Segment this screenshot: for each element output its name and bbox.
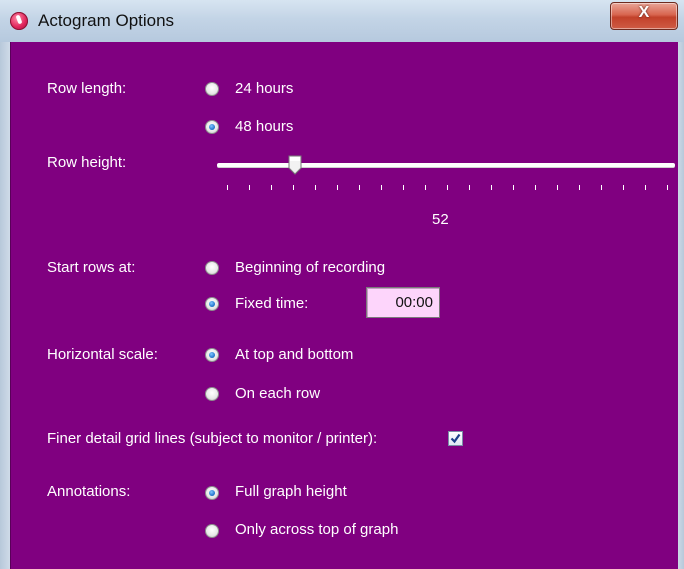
slider-tick: [535, 185, 536, 190]
start-rows-fixed-label[interactable]: Fixed time:: [235, 295, 308, 312]
horizontal-scale-top-bottom-radio[interactable]: [205, 348, 219, 362]
fixed-time-value: 00:00: [395, 294, 433, 311]
start-rows-beginning-label[interactable]: Beginning of recording: [235, 259, 385, 276]
close-icon: X: [638, 4, 650, 21]
horizontal-scale-each-row-label[interactable]: On each row: [235, 385, 320, 402]
annotations-top-only-radio[interactable]: [205, 524, 219, 538]
slider-tick: [403, 185, 404, 190]
start-rows-beginning-radio[interactable]: [205, 261, 219, 275]
row-height-label: Row height:: [47, 154, 127, 171]
finer-grid-checkbox[interactable]: [448, 431, 463, 446]
slider-tick: [667, 185, 668, 190]
slider-tick: [557, 185, 558, 190]
slider-tick: [227, 185, 228, 190]
start-rows-label: Start rows at:: [47, 259, 136, 276]
slider-tick: [315, 185, 316, 190]
slider-tick: [601, 185, 602, 190]
actogram-options-window: Actogram Options X Row length: 24 hours …: [0, 0, 684, 569]
app-icon: [10, 12, 28, 30]
row-length-label: Row length:: [47, 80, 127, 97]
row-length-24h-radio[interactable]: [205, 82, 219, 96]
slider-tick: [513, 185, 514, 190]
window-frame-right: [677, 42, 684, 569]
finer-grid-label: Finer detail grid lines (subject to moni…: [47, 430, 378, 447]
slider-tick: [447, 185, 448, 190]
slider-tick: [469, 185, 470, 190]
title-bar[interactable]: Actogram Options X: [0, 0, 684, 43]
slider-tick: [645, 185, 646, 190]
horizontal-scale-each-row-radio[interactable]: [205, 387, 219, 401]
slider-tick: [381, 185, 382, 190]
slider-tick: [425, 185, 426, 190]
checkmark-icon: [450, 433, 461, 444]
slider-tick: [293, 185, 294, 190]
horizontal-scale-top-bottom-label[interactable]: At top and bottom: [235, 346, 353, 363]
fixed-time-input[interactable]: 00:00: [366, 287, 440, 318]
window-frame-left: [0, 42, 10, 569]
slider-tick: [623, 185, 624, 190]
annotations-top-only-label[interactable]: Only across top of graph: [235, 521, 398, 538]
slider-tick: [579, 185, 580, 190]
annotations-full-height-label[interactable]: Full graph height: [235, 483, 347, 500]
row-length-48h-label[interactable]: 48 hours: [235, 118, 293, 135]
window-title: Actogram Options: [38, 11, 175, 30]
slider-tick: [491, 185, 492, 190]
row-height-slider-track[interactable]: [217, 163, 675, 167]
close-button[interactable]: X: [610, 2, 678, 30]
row-height-slider-thumb[interactable]: [288, 155, 302, 175]
annotations-full-height-radio[interactable]: [205, 486, 219, 500]
slider-tick: [359, 185, 360, 190]
slider-tick: [271, 185, 272, 190]
start-rows-fixed-radio[interactable]: [205, 297, 219, 311]
annotations-label: Annotations:: [47, 483, 131, 500]
slider-tick: [249, 185, 250, 190]
slider-tick: [337, 185, 338, 190]
horizontal-scale-label: Horizontal scale:: [47, 346, 158, 363]
row-length-24h-label[interactable]: 24 hours: [235, 80, 293, 97]
row-length-48h-radio[interactable]: [205, 120, 219, 134]
row-height-value: 52: [432, 211, 449, 228]
